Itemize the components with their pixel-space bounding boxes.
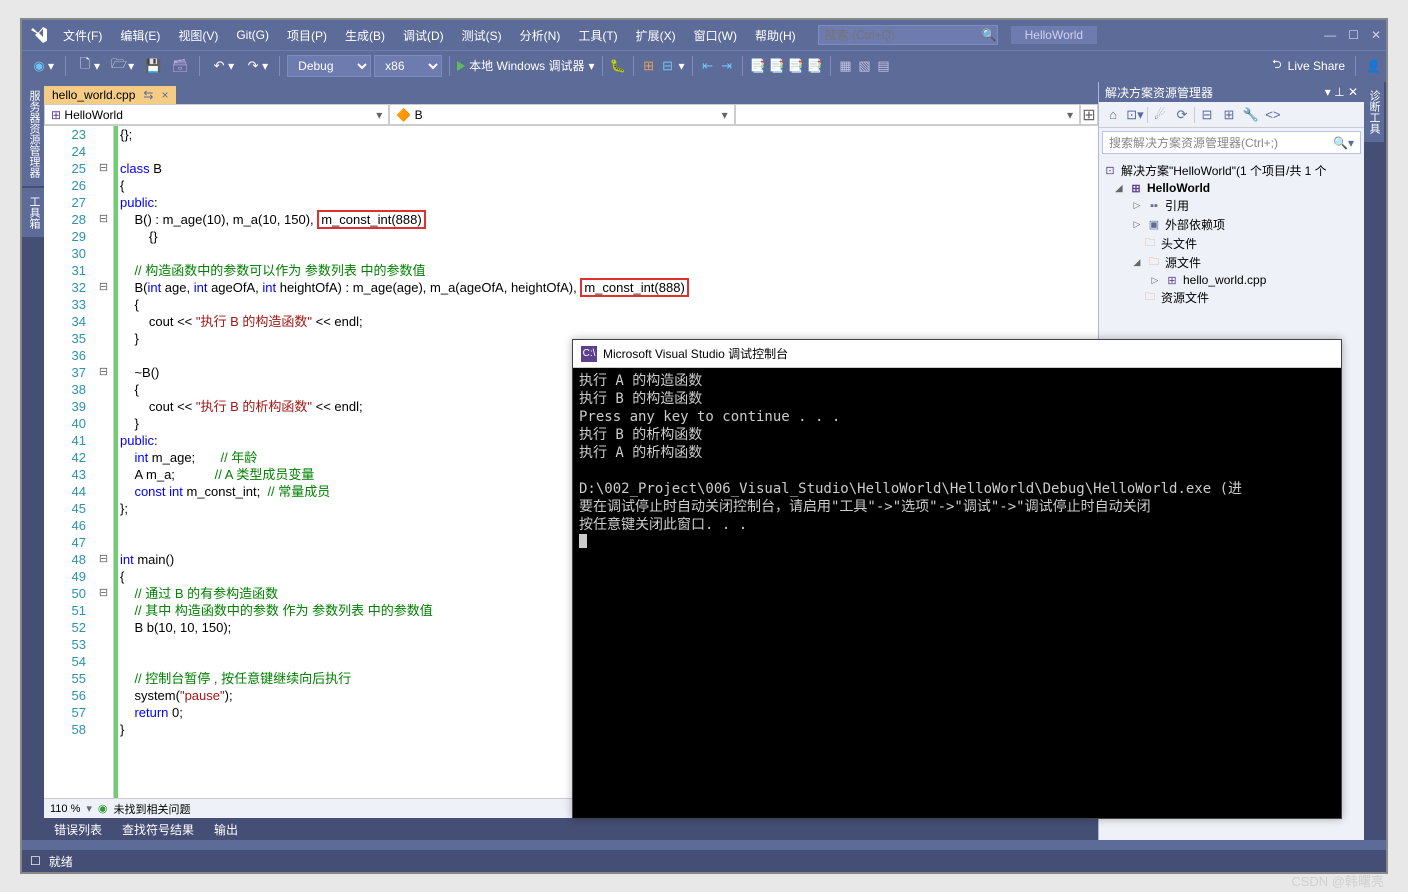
diagnostic-tools-tab[interactable]: 诊断工具 xyxy=(1364,82,1384,142)
tb-icon-10[interactable]: ▦ xyxy=(838,58,854,74)
tb-icon-11[interactable]: ▧ xyxy=(857,58,873,74)
admin-icon[interactable]: 👤 xyxy=(1366,59,1381,73)
solution-toolbar: ⌂ ⊡▾ ☄ ⟳ ⊟ ⊞ 🔧 <> xyxy=(1099,102,1364,128)
live-share-icon[interactable]: ⮌ xyxy=(1272,55,1282,76)
menu-build[interactable]: 生成(B) xyxy=(339,23,391,48)
global-search-input[interactable] xyxy=(818,25,998,45)
tb-icon-5[interactable]: ⇥ xyxy=(719,58,735,74)
undo-button[interactable]: ↶▾ xyxy=(207,56,238,76)
menu-window[interactable]: 窗口(W) xyxy=(688,23,743,48)
close-icon[interactable]: ✕ xyxy=(1371,28,1381,42)
menu-extensions[interactable]: 扩展(X) xyxy=(630,23,682,48)
solution-name: HelloWorld xyxy=(1011,26,1097,44)
issues-label: 未找到相关问题 xyxy=(114,801,191,817)
toolbar: ◉▾ 🗋▾ 🗁▾ 💾 🗃 ↶▾ ↷▾ Debug x86 本地 Windows … xyxy=(22,50,1386,80)
tb-icon-4[interactable]: ⇤ xyxy=(700,58,716,74)
open-button[interactable]: 🗁▾ xyxy=(107,56,138,76)
refresh-icon[interactable]: ⟳ xyxy=(1172,105,1192,125)
menu-help[interactable]: 帮助(H) xyxy=(749,23,802,48)
tb-icon-8[interactable]: 📑 xyxy=(788,58,804,74)
tb-icon-12[interactable]: ▤ xyxy=(876,58,892,74)
start-debug-button[interactable]: 本地 Windows 调试器 ▾ xyxy=(457,57,594,74)
tb-icon-7[interactable]: 📑 xyxy=(769,58,785,74)
find-results-tab[interactable]: 查找符号结果 xyxy=(112,818,204,841)
menu-edit[interactable]: 编辑(E) xyxy=(114,23,166,48)
zoom-level[interactable]: 110 % xyxy=(50,803,80,815)
tb-icon-3[interactable]: ⊟ xyxy=(660,58,676,74)
console-titlebar[interactable]: C:\ Microsoft Visual Studio 调试控制台 xyxy=(573,340,1341,368)
console-title-label: Microsoft Visual Studio 调试控制台 xyxy=(603,345,788,362)
watermark: CSDN @韩曙亮 xyxy=(1291,871,1384,890)
tb-icon-2[interactable]: ⊞ xyxy=(641,58,657,74)
vs-logo-icon xyxy=(27,23,51,47)
debug-console-window[interactable]: C:\ Microsoft Visual Studio 调试控制台 执行 A 的… xyxy=(572,339,1342,819)
tb-icon-9[interactable]: 📑 xyxy=(807,58,823,74)
menu-analyze[interactable]: 分析(N) xyxy=(514,23,567,48)
console-icon: C:\ xyxy=(581,346,597,362)
solution-explorer-title: 解决方案资源管理器 ▾ ⊥ ✕ xyxy=(1099,82,1364,102)
home-icon[interactable]: ⌂ xyxy=(1103,105,1123,125)
redo-button[interactable]: ↷▾ xyxy=(241,56,272,76)
save-button[interactable]: 💾 xyxy=(141,56,165,76)
nav-back-button[interactable]: ◉▾ xyxy=(27,56,58,76)
nav-member-select[interactable]: ▾ xyxy=(735,104,1080,125)
right-sidebar: 诊断工具 xyxy=(1364,82,1386,840)
toolbox-tab[interactable]: 工具箱 xyxy=(22,188,44,237)
menu-file[interactable]: 文件(F) xyxy=(57,23,108,48)
sync-icon[interactable]: ☄ xyxy=(1150,105,1170,125)
menu-view[interactable]: 视图(V) xyxy=(172,23,224,48)
preview-icon[interactable]: <> xyxy=(1263,105,1283,125)
collapse-icon[interactable]: ⊟ xyxy=(1197,105,1217,125)
tb-icon-6[interactable]: 📑 xyxy=(750,58,766,74)
file-tab[interactable]: hello_world.cpp ⇆ × xyxy=(44,86,176,104)
file-tab-label: hello_world.cpp xyxy=(52,88,135,102)
menu-tools[interactable]: 工具(T) xyxy=(572,23,623,48)
tb-icon-1[interactable]: 🐛 xyxy=(610,58,626,74)
maximize-icon[interactable]: ☐ xyxy=(1348,28,1359,42)
nav-scope-select[interactable]: ⊞ HelloWorld▾ xyxy=(44,104,389,125)
solution-search-input[interactable]: 搜索解决方案资源管理器(Ctrl+;) 🔍▾ xyxy=(1102,131,1361,154)
split-icon[interactable]: ⊞ xyxy=(1080,104,1098,125)
close-tab-icon[interactable]: × xyxy=(161,88,168,102)
pin-icon[interactable]: ▾ ⊥ ✕ xyxy=(1325,85,1358,99)
status-ready: 就绪 xyxy=(49,853,73,870)
minimize-icon[interactable]: — xyxy=(1324,28,1336,42)
platform-select[interactable]: x86 xyxy=(374,55,442,77)
output-tab[interactable]: 输出 xyxy=(204,818,248,841)
menu-test[interactable]: 测试(S) xyxy=(456,23,508,48)
show-all-icon[interactable]: ⊞ xyxy=(1219,105,1239,125)
menu-bar: 文件(F) 编辑(E) 视图(V) Git(G) 项目(P) 生成(B) 调试(… xyxy=(22,20,1386,50)
menu-project[interactable]: 项目(P) xyxy=(281,23,333,48)
save-all-button[interactable]: 🗃 xyxy=(168,56,192,76)
console-output: 执行 A 的构造函数 执行 B 的构造函数 Press any key to c… xyxy=(573,368,1341,557)
window-icon: ☐ xyxy=(30,854,41,868)
pin-icon[interactable]: ⇆ xyxy=(143,88,153,102)
new-button[interactable]: 🗋▾ xyxy=(73,56,104,76)
menu-debug[interactable]: 调试(D) xyxy=(397,23,450,48)
bottom-tabs: 错误列表 查找符号结果 输出 xyxy=(44,818,1098,840)
config-select[interactable]: Debug xyxy=(287,55,371,77)
views-icon[interactable]: ⊡▾ xyxy=(1125,105,1145,125)
left-sidebar: 服务器资源管理器 工具箱 xyxy=(22,82,44,840)
properties-icon[interactable]: 🔧 xyxy=(1241,105,1261,125)
menu-git[interactable]: Git(G) xyxy=(230,24,275,46)
nav-class-select[interactable]: 🔶 B▾ xyxy=(389,104,734,125)
server-explorer-tab[interactable]: 服务器资源管理器 xyxy=(22,82,44,186)
error-list-tab[interactable]: 错误列表 xyxy=(44,818,112,841)
status-bar: ☐ 就绪 xyxy=(22,850,1386,872)
live-share-button[interactable]: Live Share xyxy=(1288,59,1345,73)
